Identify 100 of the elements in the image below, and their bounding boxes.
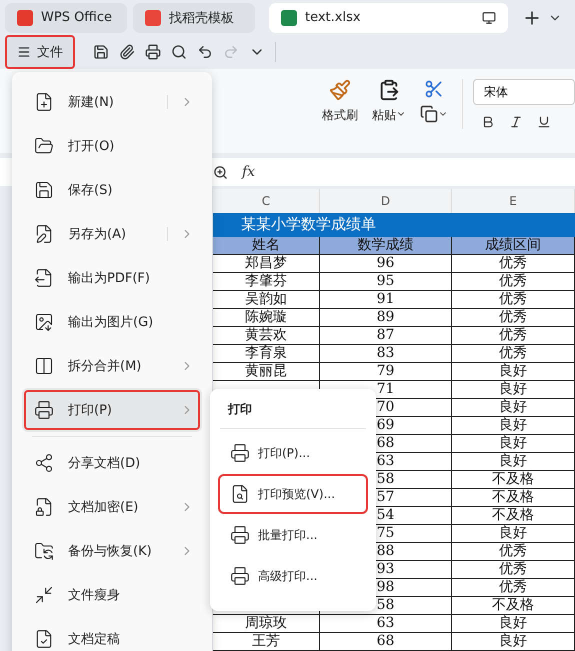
menu-item[interactable]: 输出为图片(G) [22,300,202,344]
menu-item[interactable]: 文档加密(E) [22,485,202,529]
name-cell: 吴韵如 [213,290,320,309]
italic-icon[interactable] [509,115,523,130]
grade-cell: 良好 [452,398,575,417]
column-header[interactable]: E [452,188,575,213]
folder-icon [34,136,54,156]
grade-cell: 优秀 [452,542,575,561]
print-preview-icon [230,484,250,504]
save-icon [34,180,54,200]
file-plus-icon [34,92,54,112]
grade-cell: 良好 [452,452,575,471]
name-cell: 陈婉璇 [213,308,320,327]
name-cell: 黄丽昆 [213,362,320,381]
grade-cell: 良好 [452,614,575,633]
save-icon[interactable] [93,44,109,60]
name-cell: 周琼玫 [213,614,320,633]
underline-icon[interactable] [537,115,551,130]
grade-cell: 不及格 [452,596,575,615]
grade-cell: 良好 [452,524,575,543]
grade-cell: 良好 [452,380,575,399]
score-cell: 96 [320,254,452,273]
grade-cell: 不及格 [452,470,575,489]
menu-item[interactable]: 保存(S) [22,168,202,212]
column-header[interactable]: C [213,188,320,213]
printer-icon [34,400,54,420]
printer-icon[interactable] [145,44,161,60]
name-cell: 郑昌梦 [213,254,320,273]
menu-item[interactable]: 拆分合并(M) [22,344,202,388]
menu-item[interactable]: 文档定稿 [22,617,202,651]
score-cell: 79 [320,362,452,381]
header-cell: 姓名 [213,236,320,255]
score-cell: 89 [320,308,452,327]
menu-icon [17,45,31,60]
column-header[interactable]: D [320,188,452,213]
printer-icon [230,443,250,463]
font-field[interactable]: 宋体 [473,79,575,106]
menu-item[interactable]: 输出为PDF(F) [22,256,202,300]
bold-icon[interactable] [481,115,495,130]
document-tab[interactable]: WPS Office [5,2,127,33]
score-cell: 95 [320,272,452,291]
document-tab[interactable]: text.xlsx [269,2,508,33]
submenu-title: 打印 [220,401,366,429]
grade-cell: 不及格 [452,506,575,525]
app-logo-icon [17,10,33,26]
menu-item[interactable]: 打印(P) [22,388,202,432]
folder-sync-icon [34,541,54,561]
paperclip-icon[interactable] [119,44,135,60]
file-check-icon [34,629,54,649]
header-cell: 数学成绩 [320,236,452,255]
grade-cell: 优秀 [452,578,575,597]
copy-icon[interactable] [420,105,448,124]
grade-cell: 优秀 [452,560,575,579]
cut-icon[interactable] [424,79,444,100]
printer-icon [230,525,250,545]
menu-item[interactable]: 打开(O) [22,124,202,168]
grade-cell: 优秀 [452,344,575,363]
printer-icon [230,566,250,586]
file-menu-button[interactable]: 文件 [5,35,75,70]
grade-cell: 良好 [452,632,575,651]
paste-button[interactable]: 粘贴 [372,79,406,124]
grade-cell: 良好 [452,434,575,453]
grade-cell: 优秀 [452,254,575,273]
sheet-title-cell: 某某小学数学成绩单 [213,212,575,237]
grade-cell: 良好 [452,362,575,381]
menu-item[interactable]: 文件瘦身 [22,573,202,617]
undo-icon[interactable] [197,44,213,60]
document-tab[interactable]: 找稻壳模板 [133,2,255,33]
grade-cell: 优秀 [452,326,575,345]
compress-icon [34,585,54,605]
function-label[interactable]: fx [242,164,256,180]
score-cell: 87 [320,326,452,345]
clipboard-icon [378,79,400,102]
grade-cell: 不及格 [452,488,575,507]
file-export-icon [34,268,54,288]
score-cell: 83 [320,344,452,363]
name-cell: 李肇芬 [213,272,320,291]
share-icon [34,453,54,473]
image-icon [34,312,54,332]
score-cell: 68 [320,632,452,651]
grade-cell: 优秀 [452,290,575,309]
grade-cell: 优秀 [452,272,575,291]
name-cell: 黄芸欢 [213,326,320,345]
name-cell: 王芳 [213,632,320,651]
header-cell: 成绩区间 [452,236,575,255]
columns-icon [34,356,54,376]
zoom-icon[interactable] [213,164,228,180]
format-painter-button[interactable]: 格式刷 [322,79,358,124]
grade-cell: 优秀 [452,308,575,327]
search-icon[interactable] [171,44,187,60]
app-logo-icon [281,10,297,26]
file-pen-icon [34,224,54,244]
menu-item[interactable]: 分享文档(D) [22,441,202,485]
menu-item[interactable]: 新建(N) [22,80,202,124]
monitor-icon[interactable] [482,10,496,25]
menu-item[interactable]: 另存为(A) [22,212,202,256]
score-cell: 63 [320,614,452,633]
name-cell: 李育泉 [213,344,320,363]
menu-item[interactable]: 备份与恢复(K) [22,529,202,573]
grade-cell: 良好 [452,416,575,435]
